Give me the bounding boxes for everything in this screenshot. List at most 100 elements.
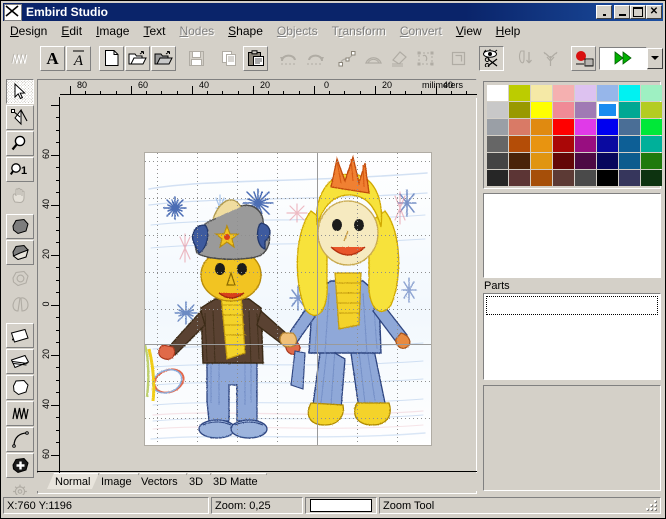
color-swatch-15[interactable] bbox=[641, 102, 662, 118]
branch-icon[interactable] bbox=[538, 45, 563, 71]
color-swatch-28[interactable] bbox=[575, 136, 596, 152]
color-swatch-31[interactable] bbox=[641, 136, 662, 152]
color-swatch-13[interactable] bbox=[597, 102, 618, 118]
restore-small-button[interactable] bbox=[596, 5, 612, 19]
tool-zoom-1-1[interactable]: 1 bbox=[6, 157, 34, 182]
color-swatch-5[interactable] bbox=[597, 85, 618, 101]
design-canvas[interactable] bbox=[60, 97, 476, 477]
color-swatch-22[interactable] bbox=[619, 119, 640, 135]
menu-edit[interactable]: Edit bbox=[54, 22, 89, 41]
color-swatch-17[interactable] bbox=[509, 119, 530, 135]
fill-stitch-icon[interactable] bbox=[387, 45, 412, 71]
tool-satin-border[interactable] bbox=[6, 349, 34, 374]
color-swatch-19[interactable] bbox=[553, 119, 574, 135]
color-swatch-3[interactable] bbox=[553, 85, 574, 101]
color-swatch-40[interactable] bbox=[487, 170, 508, 186]
tab-3d-matte[interactable]: 3D Matte bbox=[205, 473, 267, 489]
tool-zoom[interactable] bbox=[6, 131, 34, 156]
tool-satin-column[interactable] bbox=[6, 323, 34, 348]
color-swatch-47[interactable] bbox=[641, 170, 662, 186]
tool-outline-shape[interactable] bbox=[6, 375, 34, 400]
tab-normal[interactable]: Normal bbox=[47, 473, 99, 489]
color-swatch-35[interactable] bbox=[553, 153, 574, 169]
run-forward-combo[interactable] bbox=[599, 46, 647, 70]
arc-icon[interactable] bbox=[361, 45, 386, 71]
tool-split[interactable] bbox=[6, 292, 34, 317]
record-machine-icon[interactable] bbox=[571, 45, 596, 71]
menu-design[interactable]: Design bbox=[3, 22, 54, 41]
color-swatch-21[interactable] bbox=[597, 119, 618, 135]
redo-icon[interactable] bbox=[302, 45, 327, 71]
tool-fill-dark[interactable] bbox=[6, 214, 34, 239]
color-swatch-23[interactable] bbox=[641, 119, 662, 135]
color-swatch-6[interactable] bbox=[619, 85, 640, 101]
node-edit-icon[interactable] bbox=[335, 45, 360, 71]
minimize-button[interactable] bbox=[614, 5, 630, 19]
parts-list-row-selected[interactable] bbox=[486, 296, 658, 315]
color-swatch-45[interactable] bbox=[597, 170, 618, 186]
color-swatch-34[interactable] bbox=[531, 153, 552, 169]
tool-node-edit[interactable] bbox=[6, 105, 34, 130]
color-swatch-29[interactable] bbox=[597, 136, 618, 152]
menu-help[interactable]: Help bbox=[489, 22, 528, 41]
color-swatch-36[interactable] bbox=[575, 153, 596, 169]
color-swatch-8[interactable] bbox=[487, 102, 508, 118]
resize-grip-icon[interactable] bbox=[646, 500, 658, 512]
select-region-icon[interactable] bbox=[413, 45, 438, 71]
color-swatch-11[interactable] bbox=[553, 102, 574, 118]
color-swatch-14[interactable] bbox=[619, 102, 640, 118]
color-swatch-10[interactable] bbox=[531, 102, 552, 118]
open-image-icon[interactable] bbox=[151, 45, 176, 71]
color-swatch-1[interactable] bbox=[509, 85, 530, 101]
thread-color-palette[interactable] bbox=[483, 81, 662, 189]
save-floppy-icon[interactable] bbox=[184, 45, 209, 71]
tab-image[interactable]: Image bbox=[93, 473, 139, 489]
color-swatch-32[interactable] bbox=[487, 153, 508, 169]
close-button[interactable]: ✕ bbox=[646, 5, 662, 19]
color-swatch-26[interactable] bbox=[531, 136, 552, 152]
color-swatch-24[interactable] bbox=[487, 136, 508, 152]
eye-scissors-icon[interactable] bbox=[479, 45, 504, 71]
paste-clipboard-icon[interactable] bbox=[243, 45, 268, 71]
tool-select-arrow[interactable] bbox=[6, 79, 34, 104]
needle-down-icon[interactable] bbox=[512, 45, 537, 71]
color-swatch-39[interactable] bbox=[641, 153, 662, 169]
run-forward-dropdown-arrow[interactable] bbox=[647, 47, 663, 69]
tool-pan-hand[interactable] bbox=[6, 183, 34, 208]
design-artboard[interactable] bbox=[144, 152, 432, 446]
color-swatch-25[interactable] bbox=[509, 136, 530, 152]
parts-list[interactable] bbox=[483, 293, 661, 380]
copy-icon[interactable] bbox=[217, 45, 242, 71]
menu-text[interactable]: Text bbox=[136, 22, 172, 41]
tool-fill-light[interactable] bbox=[6, 240, 34, 265]
current-color-indicator[interactable] bbox=[305, 497, 377, 514]
undo-icon[interactable] bbox=[276, 45, 301, 71]
tool-zigzag-run[interactable] bbox=[6, 401, 34, 426]
tool-shape-filled[interactable] bbox=[6, 453, 34, 478]
maximize-button[interactable] bbox=[630, 5, 646, 19]
color-swatch-27[interactable] bbox=[553, 136, 574, 152]
color-swatch-20[interactable] bbox=[575, 119, 596, 135]
new-file-icon[interactable] bbox=[99, 45, 124, 71]
menu-shape[interactable]: Shape bbox=[221, 22, 270, 41]
color-swatch-2[interactable] bbox=[531, 85, 552, 101]
color-swatch-9[interactable] bbox=[509, 102, 530, 118]
color-swatch-38[interactable] bbox=[619, 153, 640, 169]
color-swatch-46[interactable] bbox=[619, 170, 640, 186]
color-swatch-37[interactable] bbox=[597, 153, 618, 169]
color-swatch-0[interactable] bbox=[487, 85, 508, 101]
text-script-a-icon[interactable]: A bbox=[66, 45, 91, 71]
frame-icon[interactable] bbox=[446, 45, 471, 71]
color-swatch-33[interactable] bbox=[509, 153, 530, 169]
open-folder-icon[interactable] bbox=[125, 45, 150, 71]
color-swatch-16[interactable] bbox=[487, 119, 508, 135]
color-swatch-30[interactable] bbox=[619, 136, 640, 152]
tool-curve-line[interactable] bbox=[6, 427, 34, 452]
color-swatch-43[interactable] bbox=[553, 170, 574, 186]
color-swatch-12[interactable] bbox=[575, 102, 596, 118]
tab-vectors[interactable]: Vectors bbox=[133, 473, 187, 489]
color-swatch-44[interactable] bbox=[575, 170, 596, 186]
design-preview-pane[interactable] bbox=[483, 193, 661, 278]
menu-view[interactable]: View bbox=[449, 22, 489, 41]
stitches-icon[interactable] bbox=[7, 45, 32, 71]
